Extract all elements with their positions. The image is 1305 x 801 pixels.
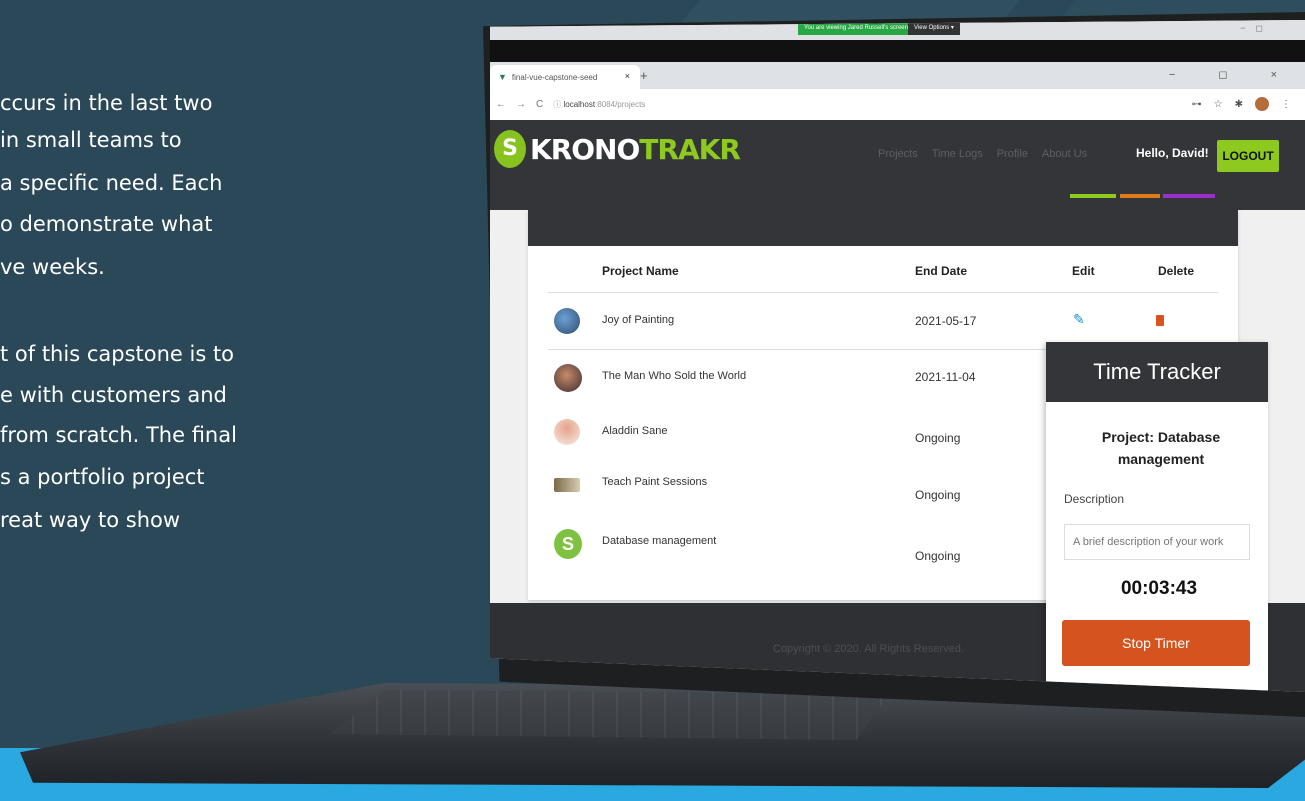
project-end-date: Ongoing — [915, 431, 961, 445]
forward-icon[interactable]: → — [516, 99, 526, 110]
hourglass-icon: S — [494, 130, 526, 168]
project-end-date: 2021-05-17 — [915, 314, 977, 328]
profile-avatar-icon[interactable] — [1255, 97, 1269, 111]
col-header-project-name: Project Name — [602, 264, 679, 278]
copyright-text: Copyright © 2020. All Rights Reserved. — [773, 643, 964, 655]
nav-link-profile[interactable]: Profile — [997, 148, 1028, 160]
app-navbar: S KRONOTRAKR Projects Time Logs Profile … — [490, 120, 1305, 210]
col-header-edit: Edit — [1072, 264, 1095, 278]
tracker-project-name: Project: Database management — [1066, 426, 1256, 470]
vue-favicon-icon: ▼ — [498, 72, 507, 82]
nav-link-projects[interactable]: Projects — [878, 148, 918, 160]
time-tracker-panel: Time Tracker Project: Database managemen… — [1046, 342, 1268, 692]
project-end-date: 2021-11-04 — [915, 370, 976, 384]
url-host: localhost — [563, 100, 596, 109]
slide-text-line: reat way to show — [0, 508, 181, 532]
logo-text-green: TRAKR — [639, 132, 741, 166]
project-thumbnail — [554, 308, 580, 334]
hourglass-icon: S — [554, 529, 582, 559]
project-name: Joy of Painting — [602, 314, 675, 326]
browser-tab[interactable]: ▼ final-vue-capstone-seed × — [490, 65, 640, 89]
project-thumbnail — [554, 478, 580, 492]
project-name: Database management — [602, 535, 717, 547]
description-label: Description — [1064, 492, 1125, 506]
edit-icon[interactable]: ✎ — [1073, 311, 1085, 328]
share-window-controls[interactable]: − ◻ — [1240, 23, 1263, 34]
star-icon[interactable]: ☆ — [1214, 99, 1223, 110]
slide-text-line: t of this capstone is to — [0, 342, 235, 366]
slide-text-line: in small teams to — [0, 128, 182, 152]
header-divider — [548, 292, 1218, 293]
table-row[interactable]: Joy of Painting 2021-05-17 ✎ — [528, 294, 1238, 349]
new-tab-button[interactable]: + — [640, 68, 648, 83]
project-name: The Man Who Sold the World — [602, 370, 747, 382]
address-bar-row: ← → C ⓘ localhost:8084/projects ⊶ ☆ ✱ ⋮ — [490, 89, 1305, 120]
nav-links: Projects Time Logs Profile About Us — [878, 148, 1087, 160]
kronotrakr-logo[interactable]: S KRONOTRAKR — [494, 130, 741, 168]
info-icon: ⓘ — [553, 100, 562, 109]
accent-bar-orange — [1120, 194, 1160, 198]
col-header-end-date: End Date — [915, 264, 968, 278]
description-input[interactable]: A brief description of your work — [1064, 524, 1250, 560]
url-field[interactable]: ⓘ localhost:8084/projects — [553, 99, 645, 110]
tab-title: final-vue-capstone-seed — [511, 72, 598, 82]
slide-text-line: e with customers and — [0, 383, 227, 407]
project-name: Teach Paint Sessions — [602, 476, 708, 488]
project-end-date: Ongoing — [915, 488, 961, 502]
tracker-project-line: management — [1117, 451, 1205, 467]
toolbar-icons: ⊶ ☆ ✱ ⋮ — [1192, 97, 1291, 111]
user-greeting: Hello, David! — [1136, 146, 1209, 160]
extension-icon[interactable]: ✱ — [1235, 99, 1243, 110]
slide-text-line: a specific need. Each — [0, 171, 223, 195]
nav-link-about-us[interactable]: About Us — [1042, 148, 1087, 160]
key-icon[interactable]: ⊶ — [1192, 99, 1202, 110]
back-icon[interactable]: ← — [496, 99, 506, 110]
reload-icon[interactable]: C — [536, 99, 543, 110]
browser-chrome: ▼ final-vue-capstone-seed × + − ◻ × ← → … — [490, 62, 1305, 120]
project-thumbnail — [554, 419, 580, 445]
timer-display: 00:03:43 — [1120, 578, 1198, 599]
laptop-keyboard — [330, 690, 890, 740]
tracker-project-line: Project: Database — [1101, 429, 1221, 445]
project-name: Aladdin Sane — [602, 425, 668, 437]
logo-text: KRONOTRAKR — [530, 132, 741, 166]
black-strip — [490, 40, 1305, 62]
col-header-delete: Delete — [1158, 264, 1195, 278]
slide-text-line: ve weeks. — [0, 255, 105, 279]
slide-text-line: o demonstrate what — [0, 212, 213, 236]
logo-text-white: KRONO — [530, 132, 640, 166]
laptop-screen: You are viewing Jared Russell's screen V… — [490, 20, 1305, 692]
trash-icon[interactable] — [1156, 315, 1164, 326]
nav-link-time-logs[interactable]: Time Logs — [932, 148, 983, 160]
view-options-button[interactable]: View Options ▾ — [908, 22, 960, 35]
stop-timer-button[interactable]: Stop Timer — [1062, 620, 1250, 666]
slide-text-line: ccurs in the last two — [0, 91, 213, 115]
logout-button[interactable]: LOGOUT — [1217, 140, 1279, 172]
time-tracker-title: Time Tracker — [1046, 342, 1268, 402]
window-controls[interactable]: − ◻ × — [1169, 68, 1297, 81]
project-thumbnail — [554, 364, 582, 392]
accent-bar-green — [1070, 194, 1116, 198]
slide-text-line: s a portfolio project — [0, 465, 205, 489]
url-path: :8084/projects — [595, 100, 646, 109]
project-end-date: Ongoing — [915, 549, 961, 563]
accent-bar-purple — [1163, 194, 1215, 198]
slide-text-line: from scratch. The final — [0, 423, 237, 447]
card-header-strip — [528, 210, 1238, 246]
menu-icon[interactable]: ⋮ — [1281, 99, 1291, 110]
close-tab-icon[interactable]: × — [625, 71, 630, 81]
